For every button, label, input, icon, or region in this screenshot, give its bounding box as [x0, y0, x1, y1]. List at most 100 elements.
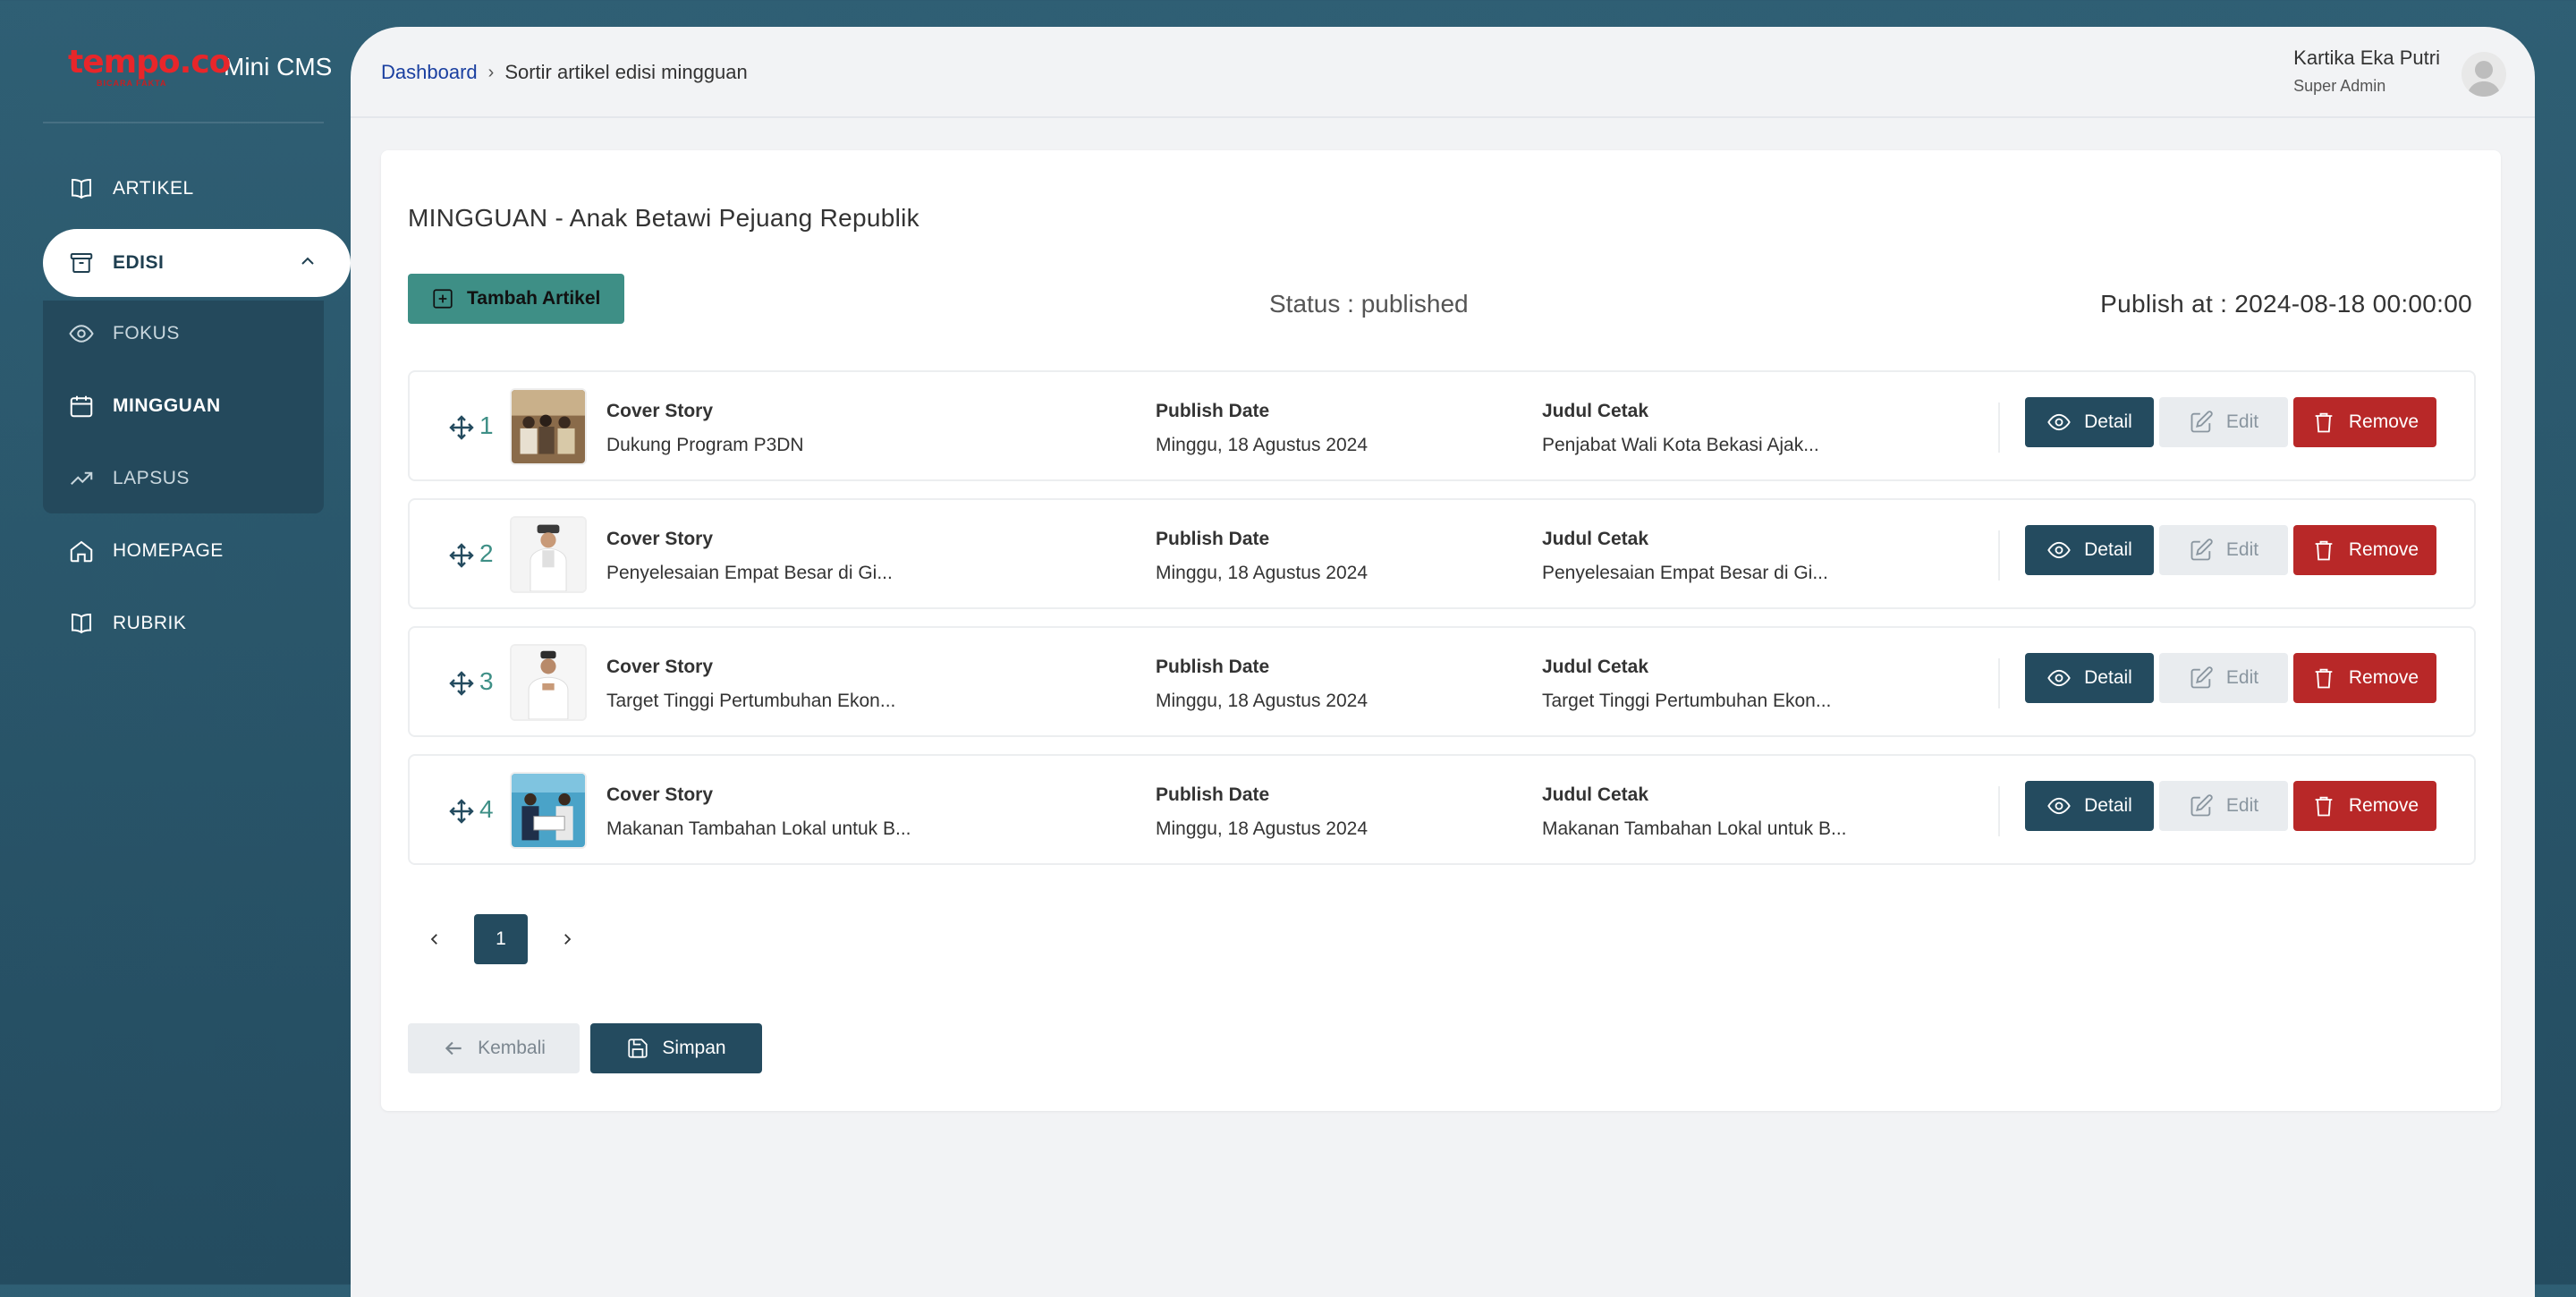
edit-button[interactable]: Edit	[2159, 397, 2288, 447]
sidebar-item-edisi[interactable]: EDISI	[43, 229, 351, 297]
sidebar-item-label: ARTIKEL	[113, 178, 194, 199]
trash-icon	[2315, 668, 2333, 689]
drag-handle-icon[interactable]	[447, 413, 476, 442]
publish-date-column: Publish Date Minggu, 18 Agustus 2024	[1156, 657, 1368, 712]
remove-button[interactable]: Remove	[2293, 525, 2436, 575]
row-divider	[1998, 530, 2000, 581]
sidebar-item-fokus[interactable]: FOKUS	[43, 304, 324, 363]
edit-label: Edit	[2225, 411, 2259, 432]
remove-label: Remove	[2348, 411, 2419, 432]
judul-cetak-label: Judul Cetak	[1542, 401, 1649, 421]
edit-icon	[2190, 538, 2213, 561]
article-row[interactable]: 1 Cover Story Dukung Program P3DN Publis…	[408, 370, 2476, 481]
home-icon	[68, 538, 95, 564]
app-name: Mini CMS	[224, 53, 333, 81]
sidebar-item-artikel[interactable]: ARTIKEL	[43, 159, 324, 218]
article-thumbnail	[510, 516, 587, 593]
edit-icon	[2190, 411, 2213, 433]
breadcrumb: Dashboard › Sortir artikel edisi minggua…	[381, 61, 748, 84]
remove-button[interactable]: Remove	[2293, 653, 2436, 703]
next-page-button[interactable]	[540, 914, 594, 964]
trash-icon	[2315, 412, 2333, 433]
edit-button[interactable]: Edit	[2159, 781, 2288, 831]
judul-cetak-value: Target Tinggi Pertumbuhan Ekon...	[1542, 691, 1832, 711]
publish-date-label: Publish Date	[1156, 784, 1270, 805]
article-row[interactable]: 2 Cover Story Penyelesaian Empat Besar d…	[408, 498, 2476, 609]
topbar: Dashboard › Sortir artikel edisi minggua…	[351, 27, 2535, 118]
publish-at-text: Publish at : 2024-08-18 00:00:00	[2100, 290, 2472, 318]
back-button[interactable]: Kembali	[408, 1023, 580, 1073]
remove-button[interactable]: Remove	[2293, 397, 2436, 447]
sidebar-item-label: MINGGUAN	[113, 395, 221, 416]
rubrik-column: Cover Story Target Tinggi Pertumbuhan Ek…	[606, 657, 895, 712]
edit-button[interactable]: Edit	[2159, 525, 2288, 575]
brand: tempo.co BICARA FAKTA Mini CMS	[68, 47, 332, 93]
article-title: Dukung Program P3DN	[606, 435, 804, 455]
edit-button[interactable]: Edit	[2159, 653, 2288, 703]
drag-handle-icon[interactable]	[447, 797, 476, 826]
sidebar-item-label: HOMEPAGE	[113, 540, 224, 561]
breadcrumb-dashboard-link[interactable]: Dashboard	[381, 61, 478, 84]
judul-cetak-column: Judul Cetak Makanan Tambahan Lokal untuk…	[1542, 784, 1847, 840]
rubrik-column: Cover Story Penyelesaian Empat Besar di …	[606, 529, 893, 584]
avatar[interactable]	[2462, 52, 2506, 97]
publish-date-label: Publish Date	[1156, 657, 1270, 677]
edit-label: Edit	[2225, 667, 2259, 688]
row-index: 1	[479, 411, 494, 439]
article-row[interactable]: 4 Cover Story Makanan Tambahan Lokal unt…	[408, 754, 2476, 865]
article-thumbnail	[510, 388, 587, 465]
edition-card: MINGGUAN - Anak Betawi Pejuang Republik …	[381, 150, 2501, 1111]
chevron-left-icon	[430, 934, 437, 945]
arrow-left-icon	[445, 1041, 462, 1055]
judul-cetak-column: Judul Cetak Penyelesaian Empat Besar di …	[1542, 529, 1828, 584]
calendar-icon	[68, 393, 95, 420]
publish-date-column: Publish Date Minggu, 18 Agustus 2024	[1156, 784, 1368, 840]
logo-wordmark: tempo.co	[68, 44, 231, 81]
judul-cetak-value: Penyelesaian Empat Besar di Gi...	[1542, 563, 1828, 583]
breadcrumb-current: Sortir artikel edisi mingguan	[504, 61, 748, 83]
sidebar-item-lapsus[interactable]: LAPSUS	[43, 449, 324, 508]
prev-page-button[interactable]	[408, 914, 462, 964]
judul-cetak-column: Judul Cetak Penjabat Wali Kota Bekasi Aj…	[1542, 401, 1819, 456]
publish-date-value: Minggu, 18 Agustus 2024	[1156, 691, 1368, 711]
detail-button[interactable]: Detail	[2025, 781, 2154, 831]
edit-label: Edit	[2225, 539, 2259, 560]
tempo-logo[interactable]: tempo.co BICARA FAKTA	[68, 44, 231, 93]
save-button[interactable]: Simpan	[590, 1023, 762, 1073]
eye-icon	[68, 320, 95, 347]
detail-button[interactable]: Detail	[2025, 653, 2154, 703]
detail-label: Detail	[2084, 667, 2132, 688]
rubrik-label: Cover Story	[606, 529, 714, 549]
page-number-button[interactable]: 1	[474, 914, 528, 964]
sidebar: tempo.co BICARA FAKTA Mini CMS ARTIKEL E…	[0, 0, 351, 1284]
detail-button[interactable]: Detail	[2025, 397, 2154, 447]
eye-icon	[2047, 541, 2071, 559]
row-index: 3	[479, 667, 494, 695]
article-title: Target Tinggi Pertumbuhan Ekon...	[606, 691, 896, 711]
sidebar-item-rubrik[interactable]: RUBRIK	[43, 594, 324, 653]
sidebar-item-homepage[interactable]: HOMEPAGE	[43, 521, 324, 581]
back-label: Kembali	[478, 1038, 546, 1058]
add-article-button[interactable]: Tambah Artikel	[408, 274, 624, 324]
remove-label: Remove	[2348, 539, 2419, 560]
detail-label: Detail	[2084, 411, 2132, 432]
logo-tagline: BICARA FAKTA	[97, 79, 167, 88]
save-icon	[628, 1038, 648, 1058]
eye-icon	[2047, 413, 2071, 431]
remove-button[interactable]: Remove	[2293, 781, 2436, 831]
detail-button[interactable]: Detail	[2025, 525, 2154, 575]
publish-date-value: Minggu, 18 Agustus 2024	[1156, 435, 1368, 455]
article-row[interactable]: 3 Cover Story Target Tinggi Pertumbuhan …	[408, 626, 2476, 737]
edit-label: Edit	[2225, 795, 2259, 816]
save-label: Simpan	[662, 1038, 726, 1058]
edit-icon	[2190, 794, 2213, 817]
rubrik-label: Cover Story	[606, 657, 714, 677]
user-info[interactable]: Kartika Eka Putri Super Admin	[2293, 47, 2440, 96]
drag-handle-icon[interactable]	[447, 669, 476, 698]
book-icon	[68, 175, 95, 202]
rubrik-column: Cover Story Makanan Tambahan Lokal untuk…	[606, 784, 911, 840]
drag-handle-icon[interactable]	[447, 541, 476, 570]
sidebar-item-mingguan[interactable]: MINGGUAN	[43, 377, 324, 436]
sidebar-item-label: RUBRIK	[113, 613, 187, 633]
row-divider	[1998, 658, 2000, 708]
